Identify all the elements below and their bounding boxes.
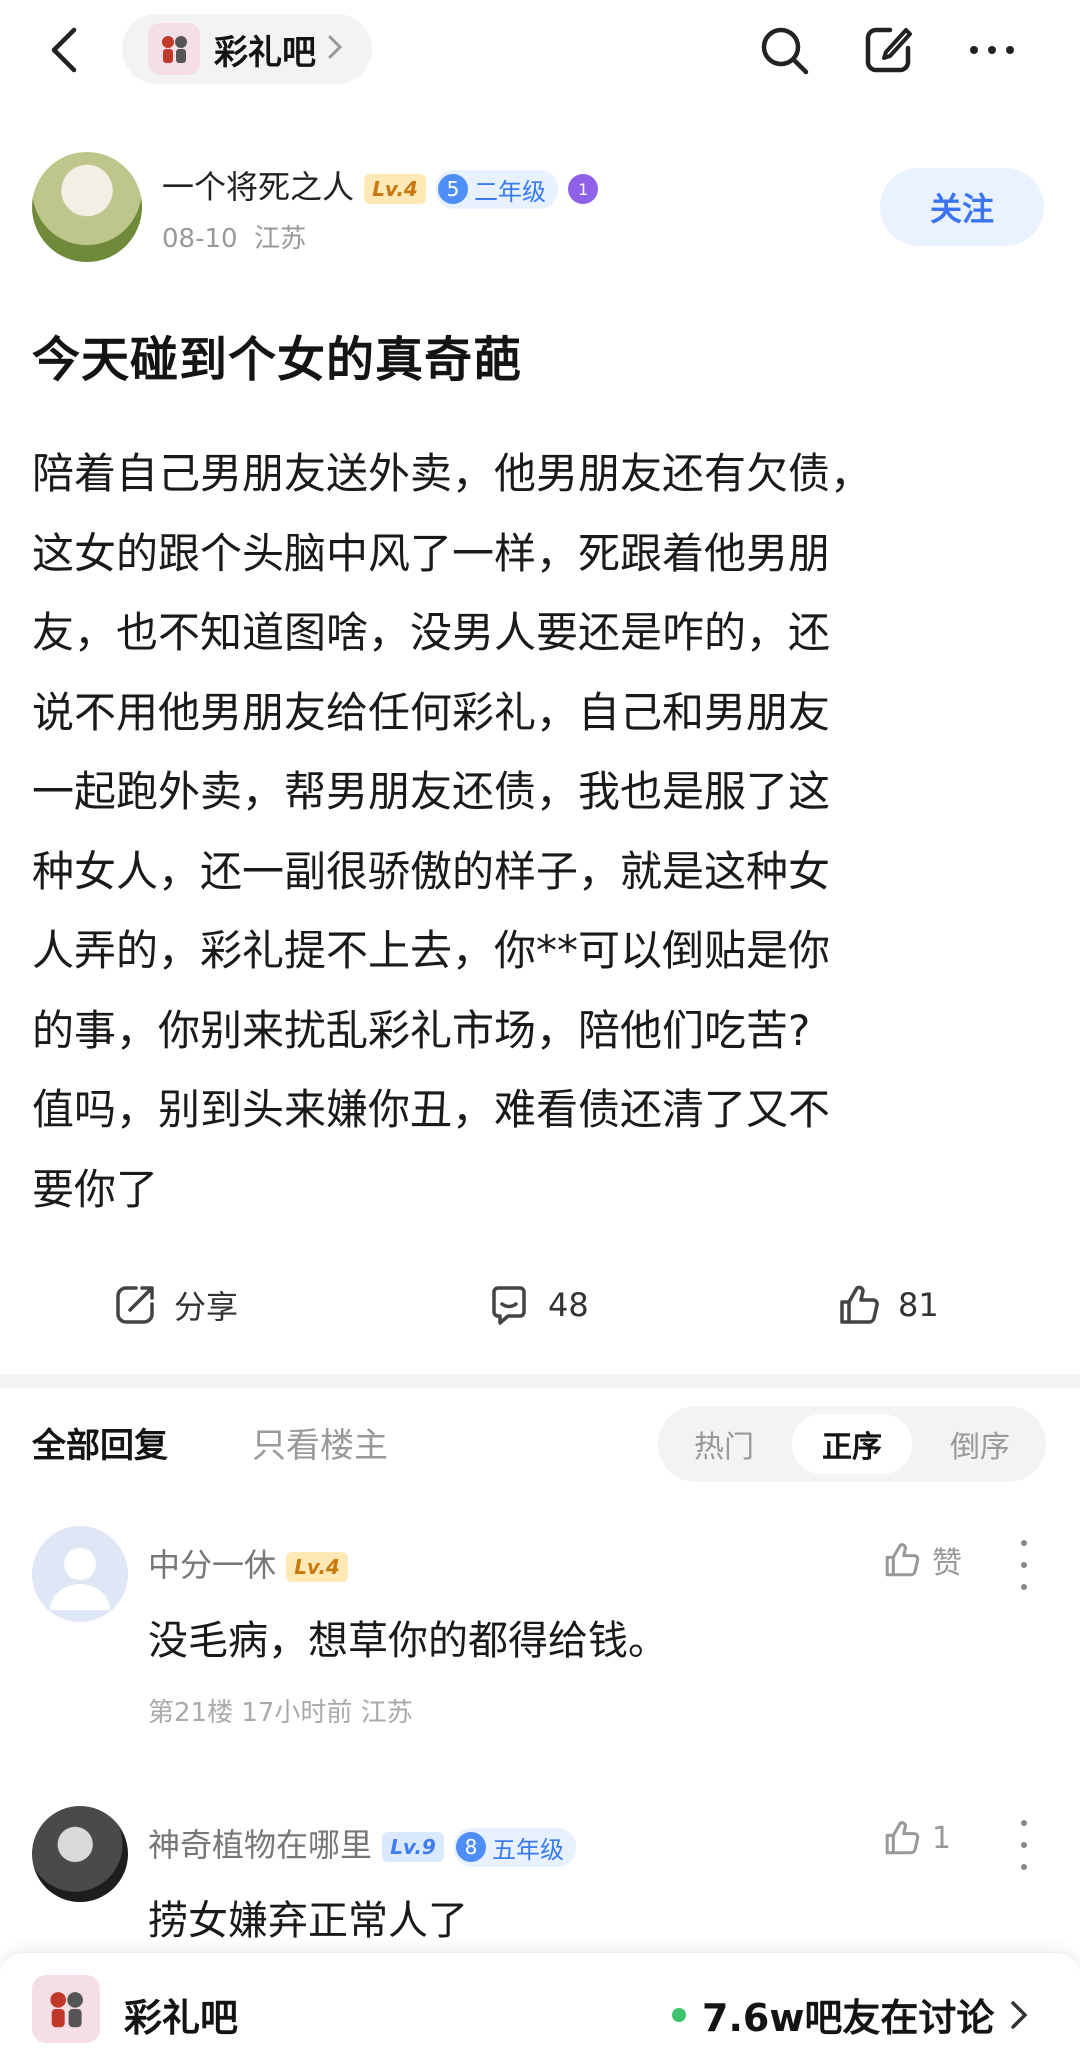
follow-button[interactable]: 关注 xyxy=(880,168,1044,246)
post-date: 08-10 xyxy=(162,224,238,254)
tab-owner-only[interactable]: 只看楼主 xyxy=(252,1418,388,1467)
medal-icon: 1 xyxy=(568,174,599,204)
avatar[interactable] xyxy=(32,1526,128,1622)
author-name-row: 一个将死之人 Lv.4 5 二年级 1 xyxy=(162,162,599,209)
avatar[interactable] xyxy=(32,1806,128,1902)
share-label: 分享 xyxy=(174,1288,239,1326)
chevron-right-icon xyxy=(1011,2000,1028,2029)
back-icon[interactable] xyxy=(40,22,96,78)
thumbs-up-icon xyxy=(885,1821,920,1855)
level-badge: Lv.4 xyxy=(286,1552,348,1582)
search-icon[interactable] xyxy=(752,18,816,82)
chevron-right-icon xyxy=(326,34,344,64)
level-badge: Lv.4 xyxy=(364,174,426,204)
sort-hot[interactable]: 热门 xyxy=(664,1414,784,1474)
post-meta: 08-10 江苏 xyxy=(162,218,306,255)
forum-pill[interactable]: 彩礼吧 xyxy=(122,14,372,84)
comment-text: 捞女嫌弃正常人了 xyxy=(148,1898,468,1944)
grade-label: 五年级 xyxy=(492,1835,565,1864)
post-title: 今天碰到个女的真奇葩 xyxy=(32,332,523,388)
sort-descending[interactable]: 倒序 xyxy=(920,1414,1040,1474)
comment-text: 没毛病，想草你的都得给钱。 xyxy=(148,1618,668,1664)
grade-number: 8 xyxy=(456,1832,487,1862)
grade-badge: 8 五年级 xyxy=(454,1827,577,1867)
share-icon xyxy=(116,1286,154,1324)
comment-count: 48 xyxy=(548,1286,589,1324)
bottom-forum-name: 彩礼吧 xyxy=(124,1996,239,2040)
sort-toggle: 热门 正序 倒序 xyxy=(658,1406,1046,1482)
edit-icon[interactable] xyxy=(856,18,920,82)
author-name[interactable]: 一个将死之人 xyxy=(162,168,354,206)
comment-like-button[interactable]: 1 xyxy=(882,1818,951,1858)
level-badge: Lv.9 xyxy=(382,1832,444,1862)
avatar[interactable] xyxy=(32,152,142,262)
post-body: 陪着自己男朋友送外卖，他男朋友还有欠债， 这女的跟个头脑中风了一样，死跟着他男朋… xyxy=(32,449,873,1214)
sort-ascending[interactable]: 正序 xyxy=(792,1414,912,1474)
grade-number: 5 xyxy=(438,174,469,204)
list-item: 神奇植物在哪里 Lv.9 8 五年级 捞女嫌弃正常人了 1 xyxy=(32,1806,1048,1956)
thumbs-up-icon xyxy=(885,1543,920,1577)
more-vertical-icon[interactable] xyxy=(1012,1820,1036,1870)
comment-icon xyxy=(492,1286,526,1325)
comment-meta: 第21楼 17小时前 江苏 xyxy=(148,1698,413,1728)
forum-avatar xyxy=(148,23,200,75)
grade-label: 二年级 xyxy=(474,177,547,206)
like-count: 81 xyxy=(898,1286,939,1324)
thumbs-up-icon xyxy=(840,1285,879,1324)
post-actions: 分享 48 81 xyxy=(0,1270,1080,1340)
grade-badge: 5 二年级 xyxy=(436,169,559,209)
online-status: 7.6w吧友在讨论 xyxy=(672,1987,1030,2042)
forum-avatar xyxy=(32,1975,100,2043)
top-bar: 彩礼吧 xyxy=(0,0,1080,104)
forum-name: 彩礼吧 xyxy=(214,32,316,73)
post-location: 江苏 xyxy=(254,224,307,254)
comment-author[interactable]: 神奇植物在哪里 xyxy=(148,1826,372,1864)
comment-button[interactable]: 48 xyxy=(486,1270,589,1340)
more-vertical-icon[interactable] xyxy=(1012,1540,1036,1590)
list-item: 中分一休 Lv.4 没毛病，想草你的都得给钱。 第21楼 17小时前 江苏 赞 xyxy=(32,1526,1048,1728)
comment-like-label: 赞 xyxy=(932,1546,962,1581)
bottom-forum-bar[interactable]: 彩礼吧 7.6w吧友在讨论 xyxy=(0,1952,1080,2058)
comment-author-row: 神奇植物在哪里 Lv.9 8 五年级 xyxy=(148,1820,577,1867)
comment-like-button[interactable]: 赞 xyxy=(882,1538,962,1582)
section-divider xyxy=(0,1374,1080,1388)
comment-author[interactable]: 中分一休 xyxy=(148,1546,276,1584)
like-button[interactable]: 81 xyxy=(836,1270,939,1340)
online-count: 7.6w吧友在讨论 xyxy=(702,1996,995,2040)
comment-author-row: 中分一休 Lv.4 xyxy=(148,1540,348,1586)
more-icon[interactable] xyxy=(960,18,1024,82)
share-button[interactable]: 分享 xyxy=(112,1270,238,1340)
comment-like-count: 1 xyxy=(932,1820,952,1856)
online-dot-icon xyxy=(672,2007,686,2022)
tab-all-replies[interactable]: 全部回复 xyxy=(32,1418,168,1467)
